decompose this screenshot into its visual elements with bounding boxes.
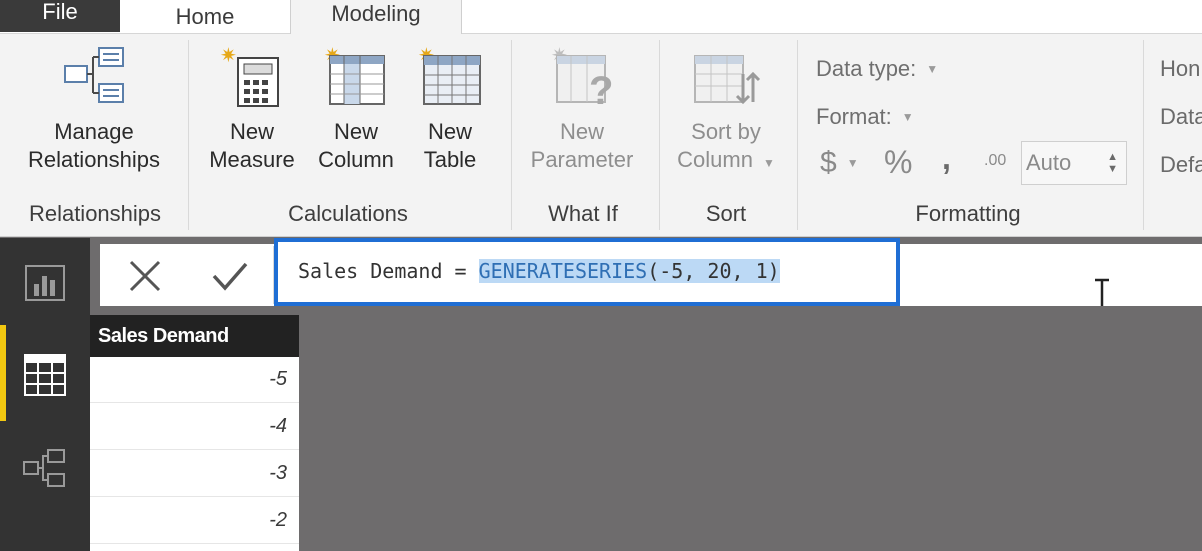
chevron-down-icon: ▼ [762, 156, 775, 170]
active-view-marker [0, 325, 6, 421]
new-column-label-1: New [333, 119, 378, 144]
checkmark-icon[interactable] [210, 256, 250, 296]
group-divider [188, 40, 189, 230]
group-divider [659, 40, 660, 230]
stepper-arrows-icon[interactable]: ▲ ▼ [1107, 151, 1118, 175]
data-table: Sales Demand -5 -4 -3 -2 [90, 315, 299, 551]
ribbon-tabs: File Home Modeling [0, 0, 1202, 35]
table-row[interactable]: -4 [90, 404, 299, 450]
report-view-icon[interactable] [22, 262, 68, 304]
currency-icon: $ [820, 146, 837, 179]
svg-text:✷: ✷ [220, 45, 237, 67]
sort-by-column-button[interactable]: Sort by Column ▼ [668, 44, 784, 177]
tab-modeling[interactable]: Modeling [290, 0, 462, 35]
group-label-relationships: Relationships [28, 201, 162, 226]
default-summarization-label[interactable]: Defa [1160, 152, 1202, 178]
home-table-label[interactable]: Hon [1160, 56, 1200, 82]
new-parameter-button[interactable]: ✷ ? New Parameter [520, 44, 644, 174]
group-label-calculations: Calculations [288, 201, 408, 226]
group-divider [511, 40, 512, 230]
new-measure-label-2: Measure [209, 147, 295, 172]
data-type-dropdown[interactable]: Data type: ▼ [816, 56, 938, 82]
column-header-sales-demand[interactable]: Sales Demand [90, 315, 299, 357]
manage-label-2: Relationships [27, 147, 161, 172]
format-dropdown[interactable]: Format: ▼ [816, 104, 914, 130]
sort-by-label-1: Sort by [691, 119, 761, 144]
formula-text: Sales Demand = GENERATESERIES(-5, 20, 1) [298, 259, 780, 283]
ribbon-modeling: Manage Relationships Relationships ✷ New… [0, 34, 1202, 237]
table-row[interactable]: -3 [90, 451, 299, 497]
new-table-icon: ✷ [418, 45, 481, 105]
new-parameter-label-2: Parameter [530, 147, 634, 172]
percent-button[interactable]: % [884, 144, 912, 181]
decimal-places-button[interactable]: .00 [984, 152, 1006, 170]
new-parameter-icon: ✷ ? [551, 45, 613, 108]
sort-by-column-icon [694, 55, 761, 105]
comma-button[interactable]: , [942, 140, 951, 177]
decimal-icon: .00 [984, 152, 1007, 169]
powerbi-window: File Home Modeling Manage Relationships [0, 0, 1202, 551]
percent-icon: % [884, 144, 913, 180]
new-column-icon: ✷ [324, 45, 385, 105]
tab-home[interactable]: Home [120, 0, 290, 34]
new-measure-label-1: New [229, 119, 274, 144]
relationships-icon [64, 47, 124, 103]
decimal-places-value: Auto [1026, 150, 1072, 175]
chevron-down-icon: ▼ [846, 156, 859, 170]
data-category-label[interactable]: Data [1160, 104, 1202, 130]
tab-file[interactable]: File [0, 0, 120, 32]
new-column-label-2: Column [318, 147, 394, 172]
decimal-places-stepper[interactable]: Auto ▲ ▼ [1021, 141, 1127, 185]
group-divider [1143, 40, 1144, 230]
new-column-button[interactable]: ✷ New Column [308, 44, 404, 174]
chevron-down-icon: ▼ [901, 110, 914, 124]
manage-relationships-button[interactable]: Manage Relationships [14, 44, 174, 174]
group-divider [797, 40, 798, 230]
group-label-whatif: What If [548, 201, 618, 226]
new-table-label-1: New [427, 119, 472, 144]
manage-label-1: Manage [54, 119, 134, 144]
formula-prefix: Sales Demand = [298, 259, 479, 283]
new-table-label-2: Table [423, 147, 477, 172]
formula-highlight: GENERATESERIES(-5, 20, 1) [478, 259, 780, 283]
data-type-label: Data type: [816, 56, 917, 81]
table-row[interactable]: -5 [90, 357, 299, 403]
currency-button[interactable]: $ ▼ [820, 146, 859, 180]
group-label-formatting: Formatting [915, 201, 1021, 226]
new-measure-button[interactable]: ✷ New Measure [200, 44, 304, 174]
empty-canvas-area [299, 306, 1202, 551]
group-label-sort: Sort [705, 201, 747, 226]
sort-by-label-2: Column ▼ [677, 147, 775, 172]
table-row[interactable]: -2 [90, 498, 299, 544]
formula-input[interactable]: Sales Demand = GENERATESERIES(-5, 20, 1) [274, 238, 900, 306]
calculator-icon: ✷ [220, 45, 279, 107]
data-view-icon[interactable] [22, 352, 68, 398]
model-view-icon[interactable] [22, 448, 68, 490]
close-icon[interactable] [125, 256, 165, 296]
new-table-button[interactable]: ✷ New Table [404, 44, 496, 174]
format-label: Format: [816, 104, 892, 129]
new-parameter-label-1: New [559, 119, 604, 144]
comma-icon: , [942, 140, 951, 176]
svg-text:?: ? [589, 69, 613, 108]
chevron-down-icon: ▼ [926, 62, 939, 76]
